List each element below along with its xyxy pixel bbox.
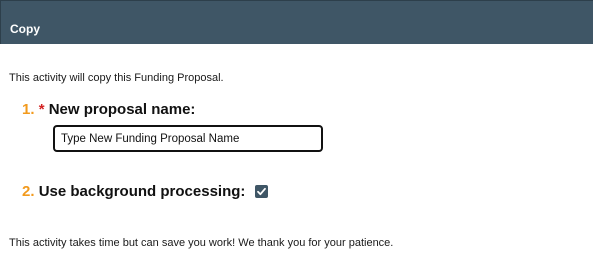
- outro-text: This activity takes time but can save yo…: [9, 237, 394, 249]
- background-processing-label: 2. Use background processing:: [22, 183, 268, 200]
- intro-text: This activity will copy this Funding Pro…: [9, 72, 224, 84]
- step-number-1: 1.: [22, 101, 35, 118]
- new-proposal-name-label: 1. * New proposal name:: [22, 101, 195, 118]
- new-proposal-name-label-text: New proposal name:: [48, 101, 196, 118]
- required-marker: *: [38, 101, 45, 118]
- checkmark-icon: [256, 187, 266, 196]
- background-processing-label-text: Use background processing:: [38, 183, 246, 200]
- new-proposal-name-input[interactable]: [53, 125, 323, 152]
- step-number-2: 2.: [22, 183, 35, 200]
- background-processing-checkbox[interactable]: [254, 185, 268, 198]
- dialog-title: Copy: [10, 22, 40, 36]
- dialog-header: Copy: [0, 0, 593, 44]
